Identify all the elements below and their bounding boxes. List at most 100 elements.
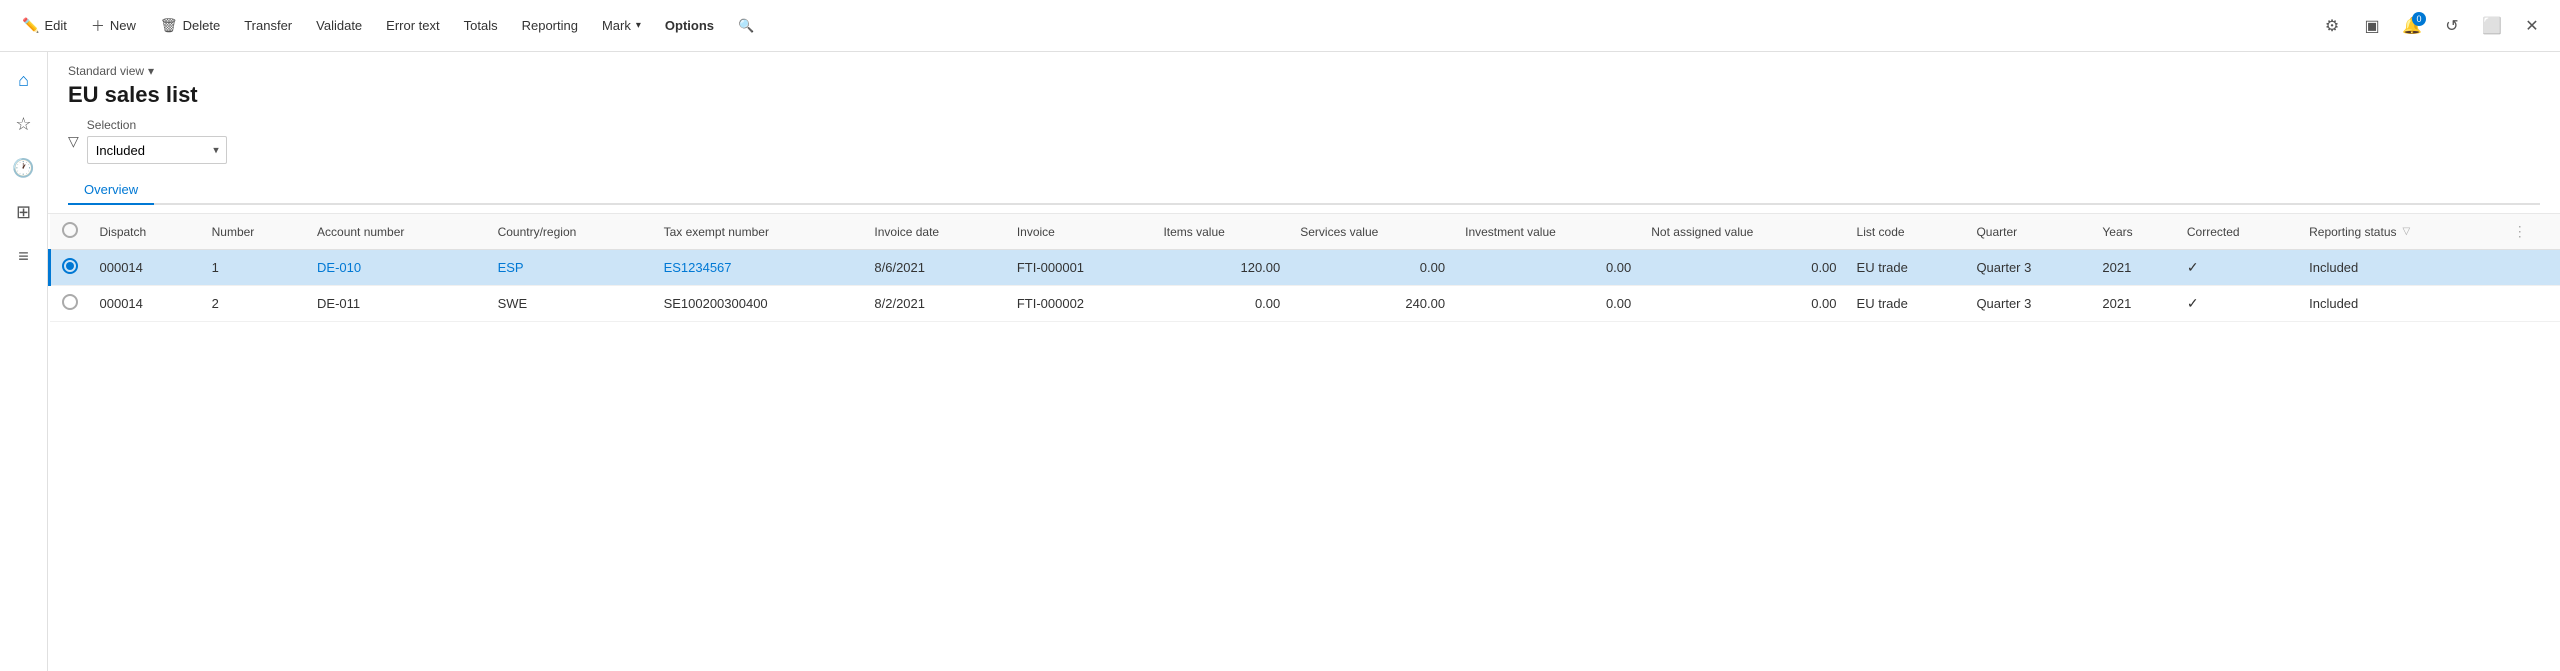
col-list-code-header[interactable]: List code [1847, 214, 1967, 250]
row2-radio[interactable] [62, 294, 78, 310]
table-row[interactable]: 000014 1 DE-010 ESP ES1234567 [50, 250, 2560, 286]
col-tax-exempt-number-header[interactable]: Tax exempt number [654, 214, 865, 250]
restore-button[interactable]: ⬜ [2476, 10, 2508, 42]
col-dispatch-header[interactable]: Dispatch [90, 214, 202, 250]
col-actions-header: ⋮ [2503, 214, 2560, 250]
chevron-down-icon: ▾ [148, 64, 154, 78]
title-bar: ✏️ Edit ＋ New 🗑 Delete Transfer Validate… [0, 0, 2560, 52]
row1-country-region: ESP [488, 250, 654, 286]
app-layout: ⌂ ☆ 🕐 ⊞ ≡ Standard view ▾ EU sales list … [0, 52, 2560, 671]
row1-account-link[interactable]: DE-010 [317, 260, 361, 275]
row1-quarter: Quarter 3 [1966, 250, 2092, 286]
col-items-value-header[interactable]: Items value [1153, 214, 1290, 250]
sidebar-item-modules[interactable]: ≡ [4, 236, 44, 276]
options-button[interactable]: Options [655, 12, 724, 39]
row1-services-value: 0.00 [1290, 250, 1455, 286]
col-not-assigned-value-header[interactable]: Not assigned value [1641, 214, 1846, 250]
row2-services-value: 240.00 [1290, 286, 1455, 322]
row2-dispatch: 000014 [90, 286, 202, 322]
column-options-icon[interactable]: ⋮ [2513, 223, 2527, 239]
selection-wrapper: Included All Excluded [87, 136, 227, 164]
col-reporting-status-header[interactable]: Reporting status ▽ [2299, 214, 2503, 250]
new-button[interactable]: ＋ New [81, 10, 146, 42]
row1-actions [2503, 250, 2560, 286]
main-content: Standard view ▾ EU sales list ▽ Selectio… [48, 52, 2560, 671]
reporting-button[interactable]: Reporting [512, 12, 588, 39]
plus-icon: ＋ [91, 16, 105, 36]
header-radio[interactable] [62, 222, 78, 238]
title-bar-right: ⚙ ▣ 🔔 0 ↺ ⬜ ✕ [2316, 10, 2548, 42]
col-investment-value-header[interactable]: Investment value [1455, 214, 1641, 250]
notification-button[interactable]: 🔔 0 [2396, 10, 2428, 42]
edit-button[interactable]: ✏️ Edit [12, 11, 77, 40]
row1-items-value: 120.00 [1153, 250, 1290, 286]
mark-button[interactable]: Mark ▾ [592, 12, 651, 39]
page-title: EU sales list [68, 82, 2540, 108]
standard-view-selector[interactable]: Standard view ▾ [68, 64, 2540, 78]
reporting-status-filter-icon[interactable]: ▽ [2403, 226, 2411, 237]
refresh-button[interactable]: ↺ [2436, 10, 2468, 42]
col-corrected-header[interactable]: Corrected [2177, 214, 2299, 250]
col-years-header[interactable]: Years [2092, 214, 2176, 250]
row2-invoice: FTI-000002 [1007, 286, 1154, 322]
row2-account-number: DE-011 [307, 286, 488, 322]
row1-tax-link[interactable]: ES1234567 [664, 260, 732, 275]
row2-country-region: SWE [488, 286, 654, 322]
row1-not-assigned-value: 0.00 [1641, 250, 1846, 286]
col-services-value-header[interactable]: Services value [1290, 214, 1455, 250]
sidebar-item-favorites[interactable]: ☆ [4, 104, 44, 144]
table-area: Dispatch Number Account number Country/r… [48, 214, 2560, 671]
eu-sales-list-table: Dispatch Number Account number Country/r… [48, 214, 2560, 322]
filter-row: ▽ Selection Included All Excluded [68, 118, 2540, 164]
row1-list-code: EU trade [1847, 250, 1967, 286]
col-invoice-header[interactable]: Invoice [1007, 214, 1154, 250]
validate-button[interactable]: Validate [306, 12, 372, 39]
tabs-bar: Overview [68, 176, 2540, 205]
edit-icon: ✏️ [22, 17, 39, 34]
selection-dropdown[interactable]: Included All Excluded [87, 136, 227, 164]
close-button[interactable]: ✕ [2516, 10, 2548, 42]
row2-radio-cell[interactable] [50, 286, 90, 322]
sidebar-item-workspaces[interactable]: ⊞ [4, 192, 44, 232]
row1-number: 1 [202, 250, 307, 286]
search-button[interactable]: 🔍 [728, 12, 764, 40]
transfer-button[interactable]: Transfer [234, 12, 302, 39]
row2-quarter: Quarter 3 [1966, 286, 2092, 322]
table-header-row: Dispatch Number Account number Country/r… [50, 214, 2560, 250]
error-text-button[interactable]: Error text [376, 12, 449, 39]
tab-overview[interactable]: Overview [68, 176, 154, 205]
delete-icon: 🗑 [160, 17, 178, 34]
col-number-header[interactable]: Number [202, 214, 307, 250]
col-country-region-header[interactable]: Country/region [488, 214, 654, 250]
row2-actions [2503, 286, 2560, 322]
toolbar: ✏️ Edit ＋ New 🗑 Delete Transfer Validate… [12, 10, 2316, 42]
delete-button[interactable]: 🗑 Delete [150, 11, 230, 40]
row2-reporting-status: Included [2299, 286, 2503, 322]
row1-reporting-status: Included [2299, 250, 2503, 286]
selection-group: Selection Included All Excluded [87, 118, 227, 164]
notification-count: 0 [2412, 12, 2426, 26]
sidebar-item-recent[interactable]: 🕐 [4, 148, 44, 188]
row2-investment-value: 0.00 [1455, 286, 1641, 322]
mark-dropdown-icon: ▾ [636, 20, 641, 31]
row1-tax-exempt-number: ES1234567 [654, 250, 865, 286]
table-row[interactable]: 000014 2 DE-011 SWE SE100200300400 [50, 286, 2560, 322]
col-quarter-header[interactable]: Quarter [1966, 214, 2092, 250]
filter-icon[interactable]: ▽ [68, 133, 79, 150]
search-icon: 🔍 [738, 18, 754, 34]
col-account-number-header[interactable]: Account number [307, 214, 488, 250]
col-invoice-date-header[interactable]: Invoice date [864, 214, 1006, 250]
row1-country-link[interactable]: ESP [498, 260, 524, 275]
totals-button[interactable]: Totals [454, 12, 508, 39]
layout-icon-button[interactable]: ▣ [2356, 10, 2388, 42]
row1-radio-cell[interactable] [50, 250, 90, 286]
row1-radio[interactable] [62, 258, 78, 274]
sidebar-item-home[interactable]: ⌂ [4, 60, 44, 100]
row1-invoice-date: 8/6/2021 [864, 250, 1006, 286]
page-header: Standard view ▾ EU sales list ▽ Selectio… [48, 52, 2560, 214]
row2-number: 2 [202, 286, 307, 322]
settings-icon-button[interactable]: ⚙ [2316, 10, 2348, 42]
col-radio-header [50, 214, 90, 250]
row1-corrected: ✓ [2177, 250, 2299, 286]
selection-label: Selection [87, 118, 227, 132]
